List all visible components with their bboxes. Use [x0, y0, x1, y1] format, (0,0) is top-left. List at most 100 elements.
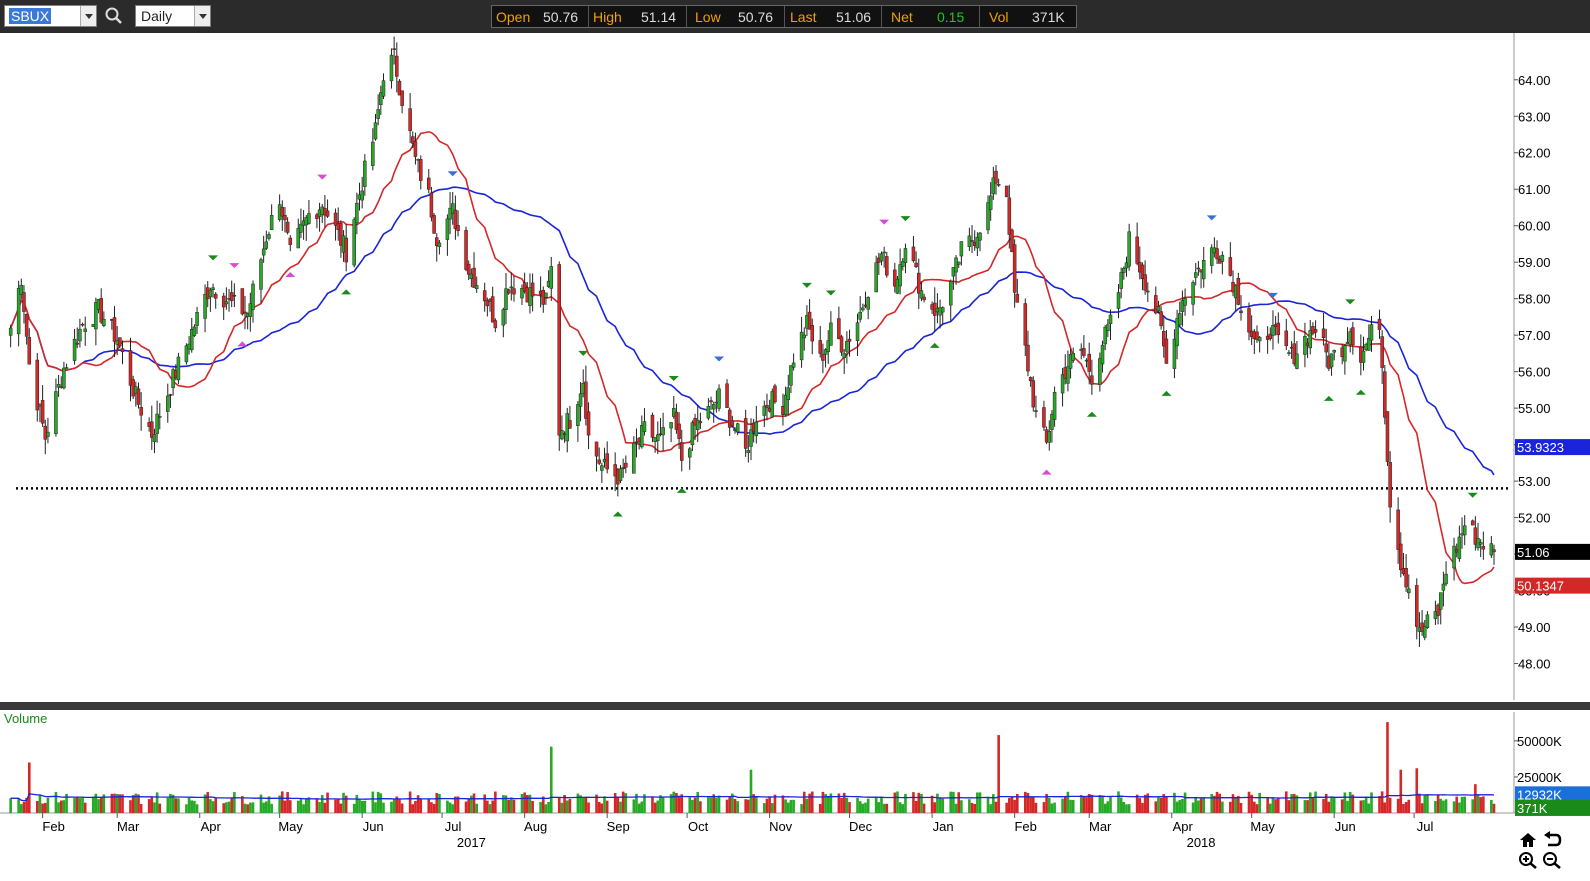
quote-bar: Open 50.76 High 51.14 Low 50.76 Last 51.…: [491, 5, 1077, 28]
volume-bar: [288, 800, 292, 813]
candle-body: [845, 341, 849, 352]
volume-bar: [1234, 797, 1237, 813]
candle-body: [839, 336, 844, 353]
candle-body: [618, 468, 623, 481]
pane-divider[interactable]: [0, 702, 1590, 710]
volume-bar: [296, 800, 300, 813]
volume-bar: [382, 802, 385, 813]
candle-body: [791, 362, 796, 368]
volume-bar: [286, 792, 289, 813]
symbol-text[interactable]: SBUX: [9, 8, 52, 24]
volume-bar: [233, 792, 236, 813]
search-icon[interactable]: [104, 6, 124, 26]
candle-body: [1031, 380, 1036, 408]
volume-bar: [1090, 794, 1094, 813]
candle-body: [360, 190, 364, 201]
month-tick-label: May: [278, 819, 303, 834]
volume-bar: [651, 797, 654, 813]
volume-bar: [968, 799, 971, 813]
candle-body: [1329, 353, 1334, 368]
pivot-high-marker: [900, 216, 911, 222]
candle-body: [307, 213, 311, 224]
volume-bar: [27, 762, 31, 813]
volume-bar: [1069, 799, 1072, 813]
volume-bar: [901, 804, 905, 813]
high-label: High: [593, 9, 622, 25]
candle-body: [1047, 430, 1052, 443]
volume-bar: [1274, 799, 1277, 813]
month-tick-label: Mar: [117, 819, 140, 834]
zoom-in-icon[interactable]: [1518, 851, 1538, 869]
volume-bar: [688, 797, 692, 813]
interval-text[interactable]: Daily: [141, 8, 172, 24]
volume-bar: [270, 803, 273, 813]
candle-body: [261, 248, 266, 256]
candle-body: [735, 423, 740, 433]
price-chart[interactable]: 48.0049.0050.0051.0052.0053.0054.0055.00…: [0, 33, 1590, 881]
candle-body: [437, 242, 442, 247]
interval-dropdown-icon[interactable]: [194, 6, 210, 26]
volume-bar: [1407, 799, 1411, 813]
symbol-dropdown-icon[interactable]: [80, 6, 96, 26]
undo-icon[interactable]: [1542, 831, 1562, 849]
candle-body: [363, 160, 367, 187]
volume-bar: [922, 803, 926, 813]
price-tick-label: 63.00: [1518, 109, 1551, 124]
candle-body: [789, 365, 793, 386]
volume-bar: [1364, 797, 1368, 813]
volume-bar: [1482, 796, 1485, 813]
volume-bar: [166, 797, 170, 813]
volume-bar: [1458, 802, 1461, 813]
home-icon[interactable]: [1518, 831, 1538, 849]
volume-bar: [861, 803, 865, 813]
candle-body: [1122, 268, 1126, 273]
candle-body: [855, 322, 860, 341]
candle-body: [959, 241, 964, 257]
candle-body: [1385, 411, 1390, 462]
candle-body: [512, 288, 516, 295]
candle-body: [136, 388, 141, 405]
volume-bar: [307, 797, 311, 813]
pivot-markers-group: [208, 171, 1478, 517]
volume-bar: [230, 797, 233, 813]
volume-bar: [299, 798, 303, 813]
year-tick-label: 2017: [457, 835, 486, 850]
volume-bar: [342, 792, 345, 813]
candle-body: [1407, 588, 1411, 594]
candle-body: [996, 184, 1001, 186]
volume-bar: [352, 803, 356, 813]
volume-bar: [864, 802, 867, 813]
volume-bar: [949, 791, 953, 813]
candle-body: [1220, 254, 1225, 262]
volume-pane-title: Volume: [4, 711, 48, 726]
pivot-low-marker: [612, 511, 623, 517]
volume-bar: [904, 793, 907, 813]
volume-bar: [446, 800, 449, 813]
pivot-high-marker: [1345, 299, 1356, 305]
volume-bar: [249, 802, 252, 813]
interval-select[interactable]: Daily: [135, 5, 211, 27]
candle-body: [118, 337, 122, 347]
volume-bar: [206, 792, 210, 813]
month-tick-label: Jul: [1417, 819, 1434, 834]
candle-body: [1343, 345, 1347, 362]
volume-bar: [765, 798, 769, 813]
volume-bar: [1085, 797, 1088, 813]
volume-bar: [432, 803, 436, 813]
volume-bar: [475, 803, 478, 813]
candle-body: [656, 434, 660, 441]
symbol-input[interactable]: SBUX: [4, 5, 97, 27]
volume-bar: [363, 800, 367, 813]
volume-bar: [246, 804, 249, 813]
candle-body: [1034, 410, 1038, 412]
volume-bar: [1314, 791, 1317, 813]
candle-body: [501, 309, 506, 326]
volume-bar: [467, 799, 471, 813]
volume-bar: [885, 803, 889, 813]
zoom-out-icon[interactable]: [1542, 851, 1562, 869]
volume-bar: [717, 795, 721, 813]
candle-body: [717, 388, 721, 409]
candle-body: [240, 288, 245, 315]
volume-bar: [1050, 803, 1054, 813]
candle-body: [1415, 585, 1419, 627]
